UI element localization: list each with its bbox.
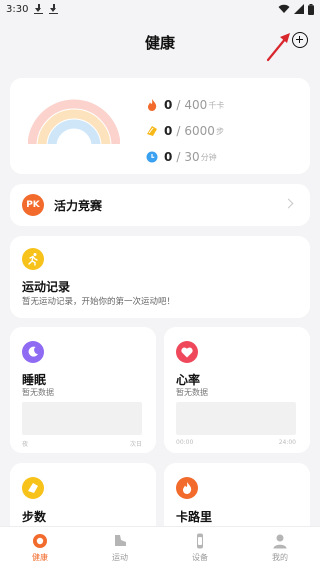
wifi-icon bbox=[278, 4, 290, 13]
download-icon bbox=[34, 4, 44, 14]
sleep-card[interactable]: 睡眠 暂无数据 夜 次日 bbox=[10, 327, 156, 453]
flame-icon bbox=[146, 99, 158, 111]
heart-rate-card[interactable]: 心率 暂无数据 00:00 24:00 bbox=[164, 327, 310, 453]
moon-icon bbox=[22, 341, 44, 363]
download-icon bbox=[49, 4, 59, 14]
calorie-separator: / bbox=[176, 98, 181, 112]
tab-device-label: 设备 bbox=[192, 552, 208, 562]
duration-metric: 0 / 30 分钟 bbox=[146, 144, 224, 170]
signal-icon bbox=[294, 4, 304, 14]
duration-value: 0 bbox=[164, 150, 173, 164]
sleep-chart-axis: 夜 次日 bbox=[22, 439, 142, 448]
pk-label: 活力竞赛 bbox=[54, 198, 103, 213]
steps-metric: 0 / 6000 步 bbox=[146, 118, 224, 144]
tab-profile[interactable]: 我的 bbox=[240, 527, 320, 568]
duration-unit: 分钟 bbox=[200, 152, 217, 162]
steps-separator: / bbox=[176, 124, 181, 138]
duration-goal: 30 bbox=[184, 150, 200, 164]
tab-device[interactable]: 设备 bbox=[160, 527, 240, 568]
heart-axis-left: 00:00 bbox=[176, 439, 194, 446]
sport-record-title: 运动记录 bbox=[22, 280, 71, 294]
calorie-value: 0 bbox=[164, 98, 173, 112]
health-ring-icon bbox=[32, 533, 48, 549]
person-icon bbox=[272, 533, 288, 549]
heart-icon bbox=[176, 341, 198, 363]
tab-profile-label: 我的 bbox=[272, 552, 288, 562]
flame-icon bbox=[176, 477, 198, 499]
sleep-subtitle: 暂无数据 bbox=[22, 388, 54, 397]
steps-goal: 6000 bbox=[184, 124, 215, 138]
tab-health[interactable]: 健康 bbox=[0, 527, 80, 568]
running-icon bbox=[22, 248, 44, 270]
sport-record-card[interactable]: 运动记录 暂无运动记录，开始你的第一次运动吧！ bbox=[10, 236, 310, 318]
sport-record-desc: 暂无运动记录，开始你的第一次运动吧！ bbox=[22, 297, 176, 307]
clock-icon bbox=[146, 151, 158, 163]
heart-rate-chart-axis: 00:00 24:00 bbox=[176, 439, 296, 446]
sleep-axis-left: 夜 bbox=[22, 441, 29, 448]
calorie-unit: 千卡 bbox=[208, 100, 225, 110]
heart-rate-subtitle: 暂无数据 bbox=[176, 388, 208, 397]
chevron-right-icon bbox=[283, 198, 294, 209]
sleep-axis-right: 次日 bbox=[129, 441, 142, 448]
steps-unit: 步 bbox=[215, 126, 224, 136]
duration-separator: / bbox=[176, 150, 181, 164]
tab-sport[interactable]: 运动 bbox=[80, 527, 160, 568]
pk-competition-card[interactable]: PK 活力竞赛 bbox=[10, 184, 310, 226]
activity-rings-rainbow-icon bbox=[28, 99, 120, 148]
add-icon[interactable] bbox=[292, 32, 308, 48]
steps-value: 0 bbox=[164, 124, 173, 138]
sleep-title: 睡眠 bbox=[22, 373, 47, 387]
tab-sport-label: 运动 bbox=[112, 552, 128, 562]
footprint-icon bbox=[146, 125, 158, 137]
pk-badge-icon: PK bbox=[22, 194, 44, 216]
heart-rate-title: 心率 bbox=[176, 373, 201, 387]
calorie-goal: 400 bbox=[184, 98, 208, 112]
page-title: 健康 bbox=[144, 33, 175, 52]
calorie-metric: 0 / 400 千卡 bbox=[146, 92, 224, 118]
status-bar: 3:30 bbox=[0, 0, 320, 18]
status-time: 3:30 bbox=[6, 3, 29, 15]
tab-health-label: 健康 bbox=[32, 552, 48, 562]
heart-axis-right: 24:00 bbox=[278, 439, 296, 446]
heart-rate-chart-placeholder bbox=[176, 402, 296, 435]
shoe-icon bbox=[112, 533, 128, 549]
activity-metrics: 0 / 400 千卡 0 / 6000 步 0 / 30 分钟 bbox=[146, 92, 224, 170]
sleep-chart-placeholder bbox=[22, 402, 142, 435]
watch-icon bbox=[192, 533, 208, 549]
bottom-tab-bar: 健康 运动 设备 我的 bbox=[0, 526, 320, 568]
battery-icon bbox=[308, 3, 314, 15]
footprint-icon bbox=[22, 477, 44, 499]
calories-title: 卡路里 bbox=[176, 510, 213, 524]
activity-summary-card[interactable]: 0 / 400 千卡 0 / 6000 步 0 / 30 分钟 bbox=[10, 78, 310, 174]
steps-title: 步数 bbox=[22, 510, 47, 524]
red-arrow-annotation-icon bbox=[266, 33, 290, 62]
